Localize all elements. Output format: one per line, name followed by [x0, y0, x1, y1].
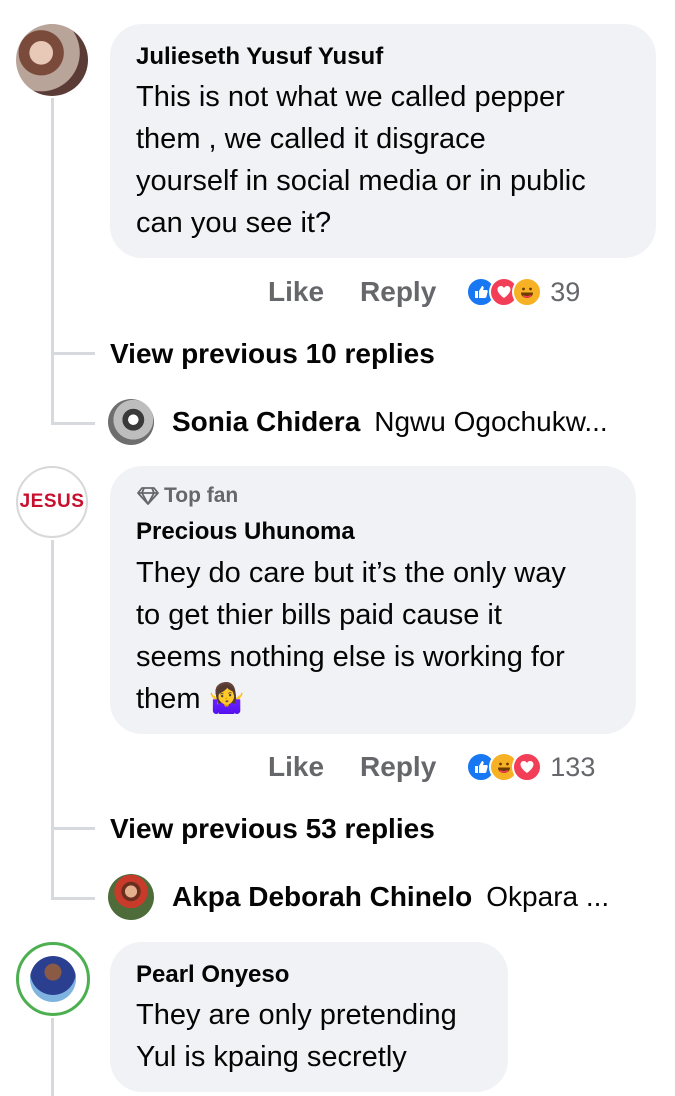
- comment-line: yourself in social media or in public: [136, 165, 586, 197]
- comment-author[interactable]: Precious Uhunoma: [136, 518, 355, 546]
- comment-text: They do care but it’s the only way to ge…: [136, 552, 628, 720]
- comment-actions: Like Reply 39: [268, 272, 580, 312]
- thread-line: [51, 98, 54, 425]
- thread-branch: [51, 422, 95, 425]
- reply-button[interactable]: Reply: [360, 751, 436, 783]
- reply-author[interactable]: Sonia Chidera: [172, 406, 360, 438]
- reply-preview: Ngwu Ogochukw...: [374, 406, 608, 437]
- reply-preview: Okpara ...: [486, 881, 610, 912]
- badge-label: Top fan: [164, 484, 239, 507]
- top-fan-badge: Top fan: [136, 484, 238, 508]
- reaction-summary[interactable]: 133: [466, 752, 595, 783]
- haha-reaction-icon: [512, 277, 543, 307]
- reply-author[interactable]: Akpa Deborah Chinelo: [172, 881, 472, 913]
- comment-line: to get thier bills paid cause it: [136, 599, 502, 631]
- comment-line: They are only pretending: [136, 999, 457, 1031]
- avatar[interactable]: [16, 24, 88, 96]
- comment-author[interactable]: Pearl Onyeso: [136, 961, 289, 989]
- thread-line: [51, 540, 54, 900]
- view-previous-replies-link[interactable]: View previous 10 replies: [110, 338, 435, 370]
- diamond-icon: [137, 487, 159, 505]
- love-reaction-icon: [512, 752, 543, 782]
- like-button[interactable]: Like: [268, 276, 324, 308]
- comment-line: them , we called it disgrace: [136, 123, 486, 155]
- thread-branch: [51, 897, 95, 900]
- comment-line: They do care but it’s the only way: [136, 557, 566, 589]
- like-button[interactable]: Like: [268, 751, 324, 783]
- comment-line: This is not what we called pepper: [136, 81, 565, 113]
- comment-line: seems nothing else is working for: [136, 641, 565, 673]
- reaction-count: 133: [550, 751, 596, 782]
- comment-actions: Like Reply 133: [268, 747, 595, 787]
- avatar[interactable]: JESUS: [16, 466, 88, 538]
- thread-branch: [51, 352, 95, 355]
- comment-text: This is not what we called pepper them ,…: [136, 76, 646, 244]
- comment-text: They are only pretending Yul is kpaing s…: [136, 994, 502, 1078]
- latest-reply[interactable]: Sonia Chidera Ngwu Ogochukw...: [108, 397, 608, 447]
- avatar[interactable]: [16, 942, 90, 1016]
- latest-reply[interactable]: Akpa Deborah Chinelo Okpara ...: [108, 872, 609, 922]
- thread-line: [51, 1018, 54, 1096]
- avatar-text: JESUS: [19, 491, 85, 512]
- reaction-summary[interactable]: 39: [466, 277, 580, 308]
- comment-line: Yul is kpaing secretly: [136, 1041, 407, 1073]
- avatar-photo: [30, 956, 76, 1002]
- view-previous-replies-link[interactable]: View previous 53 replies: [110, 813, 435, 845]
- thread-branch: [51, 827, 95, 830]
- reply-avatar: [108, 399, 154, 445]
- reaction-count: 39: [550, 276, 581, 307]
- comment-line: can you see it?: [136, 207, 332, 239]
- reply-button[interactable]: Reply: [360, 276, 436, 308]
- comment-line: them 🤷‍♀️: [136, 683, 245, 715]
- comment-author[interactable]: Julieseth Yusuf Yusuf: [136, 43, 383, 71]
- reply-avatar: [108, 874, 154, 920]
